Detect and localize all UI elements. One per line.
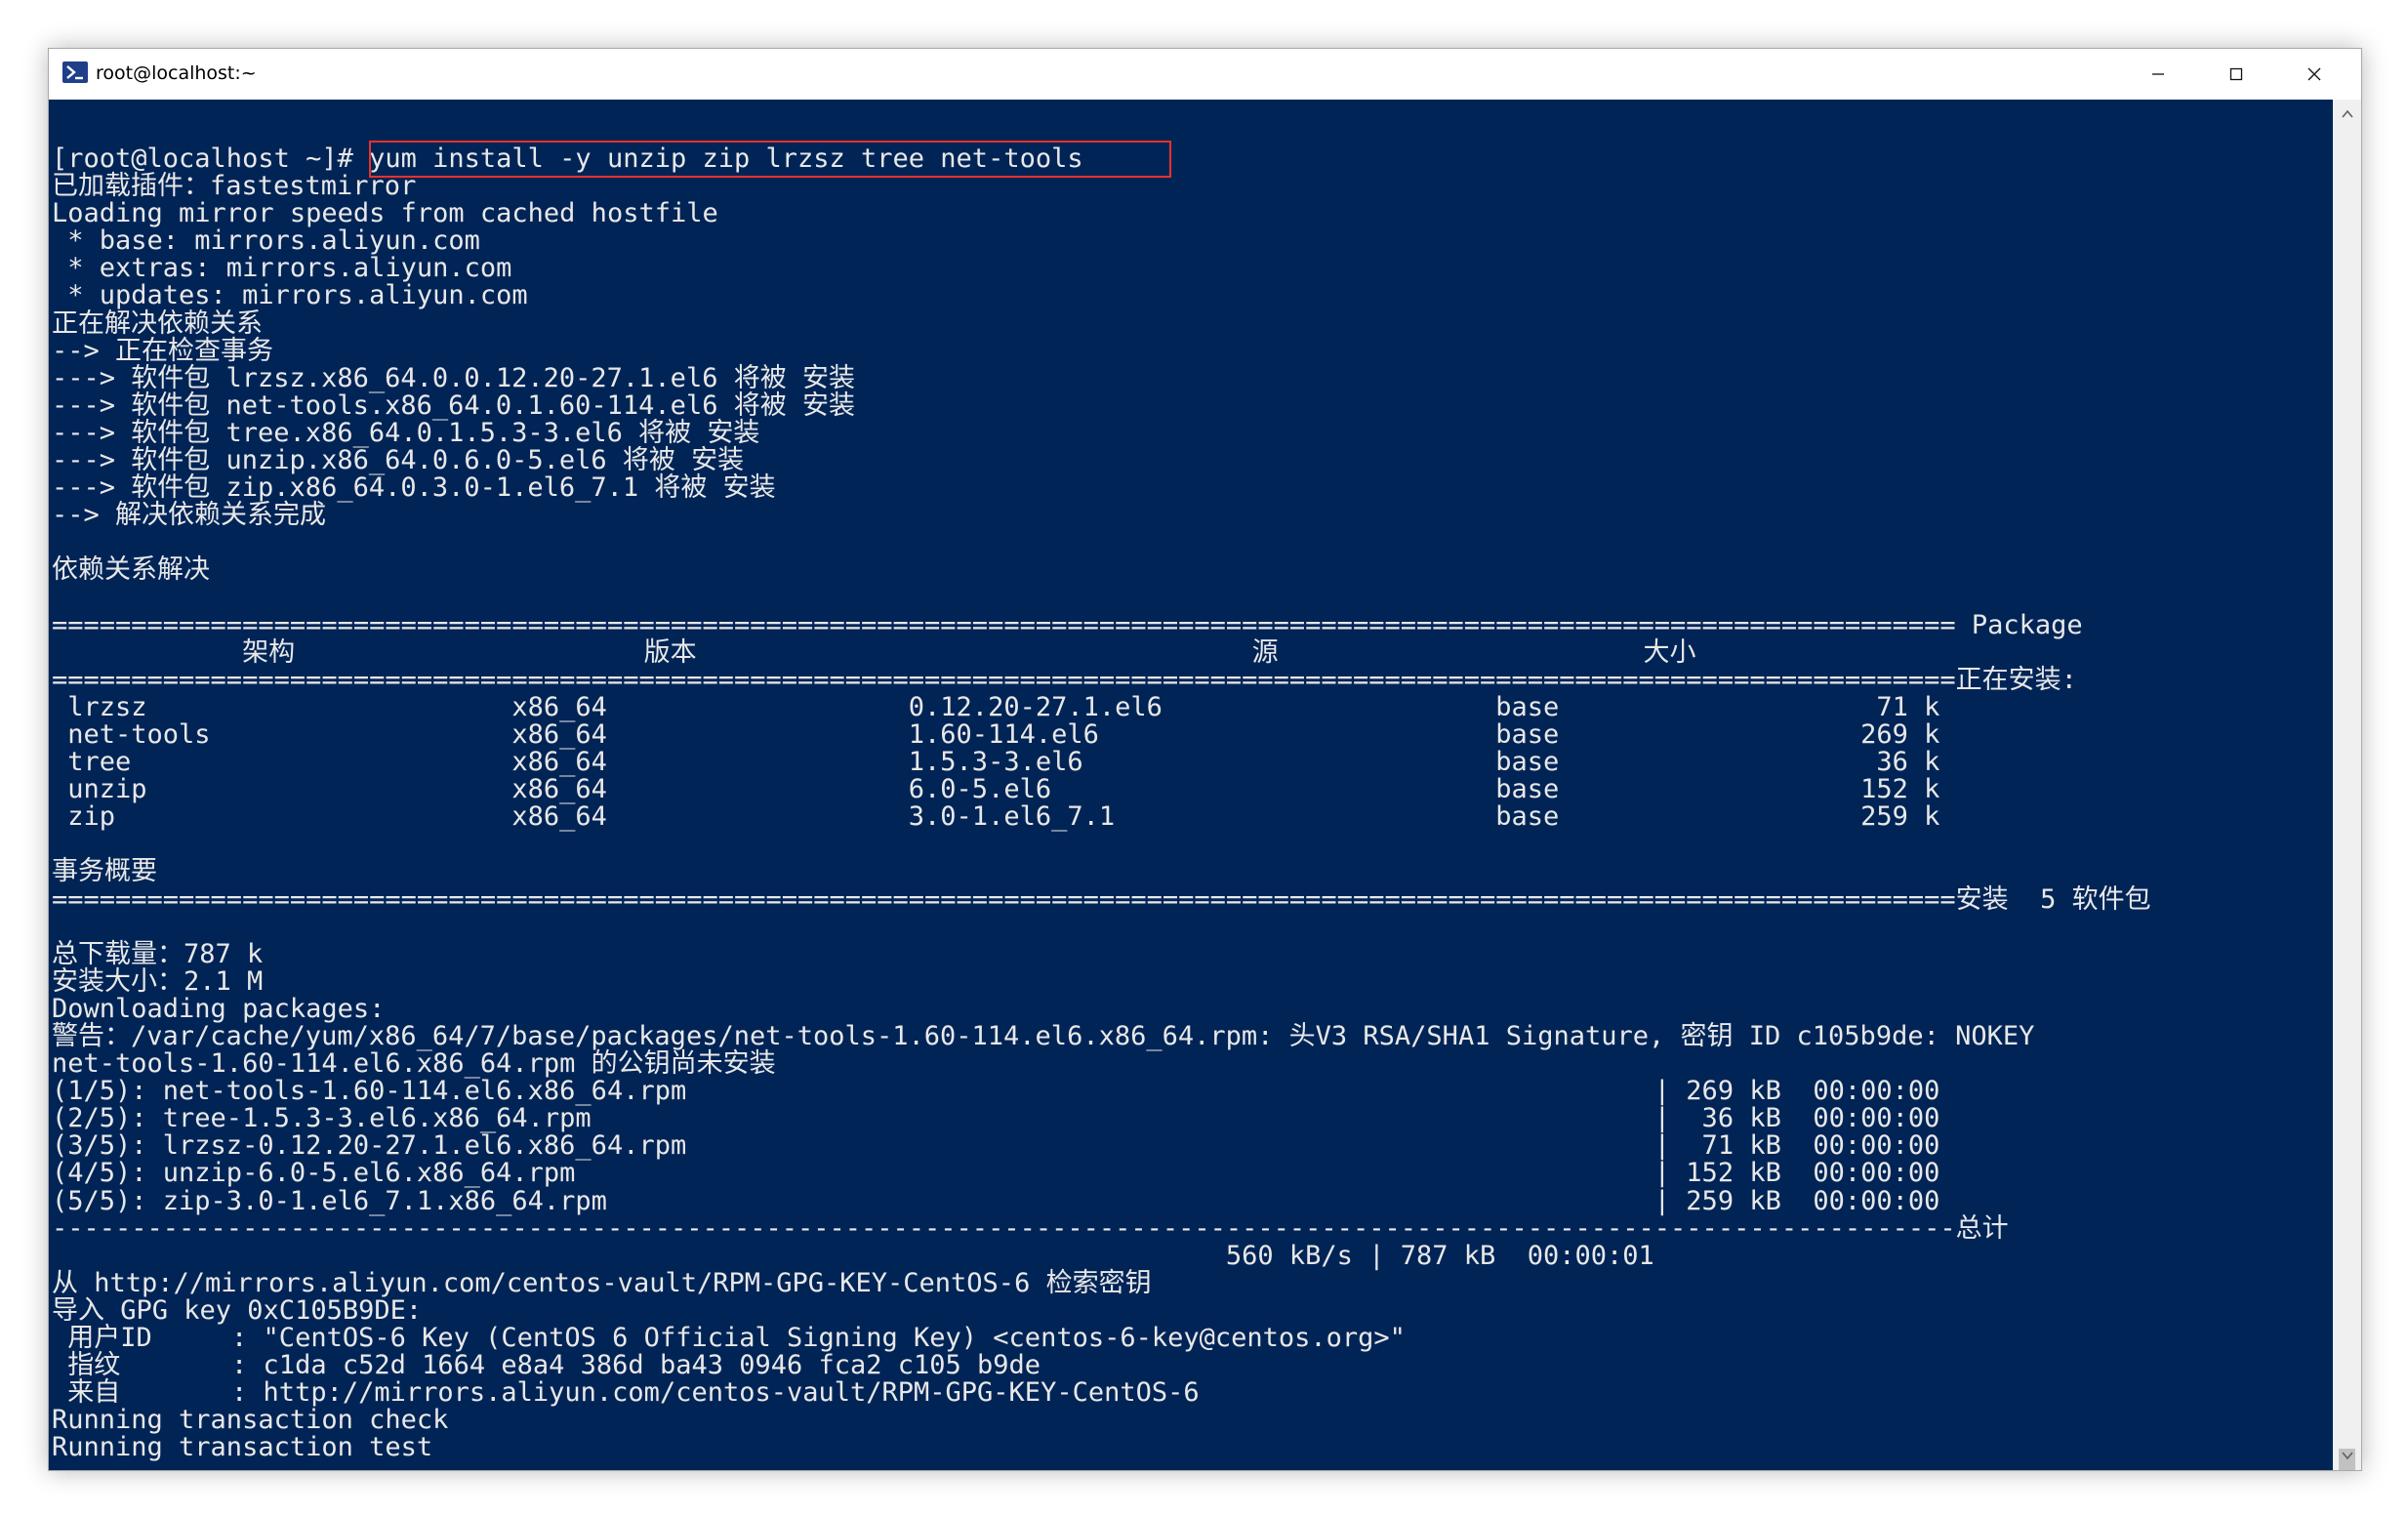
terminal-line: * updates: mirrors.aliyun.com [52, 280, 528, 311]
terminal-output: [root@localhost ~]# yum install -y unzip… [52, 144, 2151, 1463]
terminal-line: ---> 软件包 zip.x86_64.0.3.0-1.el6_7.1 将被 安… [52, 472, 776, 504]
terminal-line: Running transaction test [52, 1432, 433, 1463]
terminal-line: (3/5): lrzsz-0.12.20-27.1.el6.x86_64.rpm… [52, 1130, 1940, 1162]
terminal-line: --> 解决依赖关系完成 [52, 500, 327, 531]
terminal-line: 警告：/var/cache/yum/x86_64/7/base/packages… [52, 1021, 2035, 1051]
terminal-line: lrzsz x86_64 0.12.20-27.1.el6 base 71 k [52, 691, 1940, 722]
terminal-line: Running transaction check [52, 1405, 449, 1436]
terminal-line: (2/5): tree-1.5.3-3.el6.x86_64.rpm | 36 … [52, 1103, 1940, 1134]
terminal-line: Loading mirror speeds from cached hostfi… [52, 198, 718, 229]
terminal-line: zip x86_64 3.0-1.el6_7.1 base 259 k [52, 801, 1940, 833]
terminal-line: * base: mirrors.aliyun.com [52, 225, 480, 257]
terminal-line: 总下载量：787 k [52, 938, 264, 969]
terminal-line: 事务概要 [52, 856, 157, 887]
terminal-line: 来自 : http://mirrors.aliyun.com/centos-va… [52, 1377, 1200, 1409]
terminal-line: 安装大小：2.1 M [52, 965, 264, 997]
terminal-line: ---> 软件包 lrzsz.x86_64.0.0.12.20-27.1.el6… [52, 362, 855, 393]
title-bar[interactable]: root@localhost:~ [49, 49, 2361, 100]
chevron-down-icon [2341, 1452, 2353, 1460]
terminal-line: ========================================… [52, 609, 2083, 640]
minimize-button[interactable] [2123, 49, 2193, 100]
terminal-line: --> 正在检查事务 [52, 335, 274, 366]
command-highlight-box [369, 141, 1171, 178]
terminal-line: 从 http://mirrors.aliyun.com/centos-vault… [52, 1267, 1152, 1298]
terminal-line: 用户ID : "CentOS-6 Key (CentOS 6 Official … [52, 1323, 1406, 1354]
scroll-down-button[interactable] [2333, 1441, 2361, 1470]
terminal-line: 导入 GPG key 0xC105B9DE: [52, 1294, 423, 1326]
chevron-up-icon [2341, 109, 2353, 118]
terminal-line: (4/5): unzip-6.0-5.el6.x86_64.rpm | 152 … [52, 1158, 1940, 1189]
terminal-line: 指纹 : c1da c52d 1664 e8a4 386d ba43 0946 … [52, 1350, 1041, 1381]
terminal-line: (5/5): zip-3.0-1.el6_7.1.x86_64.rpm | 25… [52, 1185, 1940, 1216]
terminal-line: 架构 版本 源 大小 [52, 636, 1696, 668]
terminal-window: root@localhost:~ [root@localhost ~]# yum… [48, 48, 2362, 1471]
terminal-line: 560 kB/s | 787 kB 00:00:01 [52, 1240, 1654, 1271]
terminal-line: ----------------------------------------… [52, 1212, 2009, 1244]
close-button[interactable] [2279, 49, 2349, 100]
terminal-line: ========================================… [52, 883, 2151, 915]
terminal-line: ========================================… [52, 664, 2077, 695]
terminal-line: ---> 软件包 unzip.x86_64.0.6.0-5.el6 将被 安装 [52, 445, 745, 476]
minimize-icon [2152, 73, 2164, 75]
close-icon [2307, 67, 2321, 81]
terminal-console[interactable]: [root@localhost ~]# yum install -y unzip… [49, 100, 2333, 1470]
maximize-icon [2229, 67, 2243, 81]
terminal-line: tree x86_64 1.5.3-3.el6 base 36 k [52, 747, 1940, 778]
terminal-line: (1/5): net-tools-1.60-114.el6.x86_64.rpm… [52, 1076, 1940, 1107]
terminal-line: 正在解决依赖关系 [52, 307, 263, 339]
scroll-up-button[interactable] [2333, 100, 2361, 129]
terminal-line: net-tools x86_64 1.60-114.el6 base 269 k [52, 718, 1940, 750]
terminal-line: 依赖关系解决 [52, 554, 210, 586]
terminal-line: ---> 软件包 tree.x86_64.0.1.5.3-3.el6 将被 安装 [52, 417, 760, 448]
maximize-button[interactable] [2201, 49, 2271, 100]
powershell-terminal-icon [62, 61, 88, 83]
terminal-line: ---> 软件包 net-tools.x86_64.0.1.60-114.el6… [52, 389, 855, 421]
terminal-line: unzip x86_64 6.0-5.el6 base 152 k [52, 774, 1940, 805]
terminal-line: * extras: mirrors.aliyun.com [52, 253, 512, 284]
vertical-scrollbar[interactable] [2333, 100, 2361, 1470]
window-title: root@localhost:~ [96, 62, 257, 84]
terminal-line: net-tools-1.60-114.el6.x86_64.rpm 的公钥尚未安… [52, 1048, 776, 1080]
terminal-line: Downloading packages: [52, 993, 386, 1024]
